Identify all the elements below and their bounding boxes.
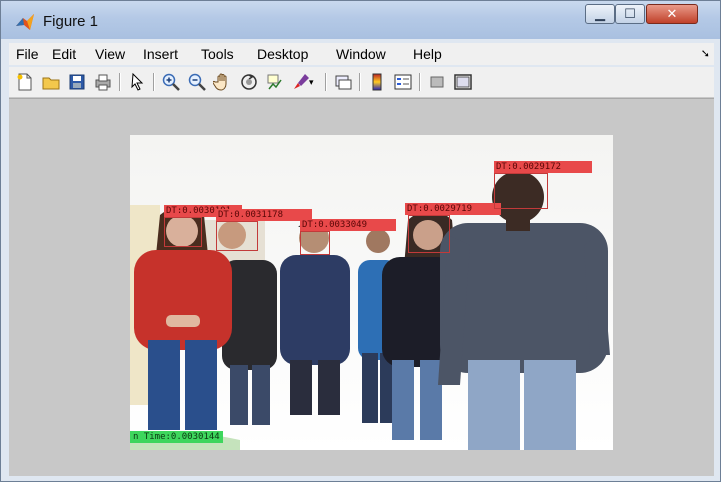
- menu-desktop[interactable]: Desktop: [257, 46, 308, 62]
- minimize-button[interactable]: ▁: [585, 4, 615, 24]
- detection-box: [164, 217, 202, 247]
- zoom-in-icon[interactable]: [161, 72, 181, 92]
- window-title: Figure 1: [43, 13, 99, 30]
- figure-toolbar: ▾: [9, 67, 714, 98]
- figure-window: Figure 1 ▁ ☐ ✕ File Edit View Insert Too…: [0, 0, 721, 482]
- detection-label: DT:0.0033049: [300, 219, 396, 231]
- save-icon[interactable]: [67, 72, 87, 92]
- toolbar-separator: [359, 73, 361, 91]
- menu-window[interactable]: Window: [336, 46, 386, 62]
- detection-box: [408, 215, 450, 253]
- maximize-button[interactable]: ☐: [615, 4, 645, 24]
- pan-hand-icon[interactable]: [213, 72, 233, 92]
- menu-file[interactable]: File: [16, 46, 39, 62]
- show-plot-tools-icon[interactable]: [453, 72, 473, 92]
- menu-bar: File Edit View Insert Tools Desktop Wind…: [9, 43, 714, 65]
- maximize-icon: ☐: [624, 6, 636, 22]
- brush-icon[interactable]: [291, 72, 311, 92]
- rotate-3d-icon[interactable]: [239, 72, 259, 92]
- detection-box: [216, 221, 258, 251]
- toolbar-separator: [325, 73, 327, 91]
- detection-box: [494, 173, 548, 209]
- matlab-icon: [16, 14, 34, 30]
- menu-help[interactable]: Help: [413, 46, 442, 62]
- hide-plot-tools-icon[interactable]: [427, 72, 447, 92]
- pointer-icon[interactable]: [127, 72, 147, 92]
- toolbar-separator: [153, 73, 155, 91]
- insert-legend-icon[interactable]: [393, 72, 413, 92]
- detection-label: DT:0.0029172: [494, 161, 592, 173]
- print-icon[interactable]: [93, 72, 113, 92]
- detection-label: DT:0.0031178: [216, 209, 312, 221]
- menu-insert[interactable]: Insert: [143, 46, 178, 62]
- detection-box: [300, 231, 330, 255]
- menu-tools[interactable]: Tools: [201, 46, 234, 62]
- toolbar-separator: [419, 73, 421, 91]
- link-plot-icon[interactable]: [333, 72, 353, 92]
- zoom-out-icon[interactable]: [187, 72, 207, 92]
- close-icon: ✕: [666, 6, 678, 22]
- image-axes[interactable]: DT:0.0030101 DT:0.0031178 DT:0.0033049 D…: [130, 135, 613, 450]
- menu-edit[interactable]: Edit: [52, 46, 76, 62]
- insert-colorbar-icon[interactable]: [367, 72, 387, 92]
- toolbar-separator: [119, 73, 121, 91]
- menu-view[interactable]: View: [95, 46, 125, 62]
- new-figure-icon[interactable]: [15, 72, 35, 92]
- data-cursor-icon[interactable]: [265, 72, 285, 92]
- title-bar[interactable]: Figure 1 ▁ ☐ ✕: [1, 1, 720, 39]
- open-file-icon[interactable]: [41, 72, 61, 92]
- close-button[interactable]: ✕: [646, 4, 698, 24]
- time-label: n Time:0.0030144: [130, 431, 223, 443]
- dock-figure-icon[interactable]: ➘: [701, 47, 710, 60]
- figure-canvas: DT:0.0030101 DT:0.0031178 DT:0.0033049 D…: [9, 98, 714, 476]
- detection-label: DT:0.0029719: [405, 203, 501, 215]
- minimize-icon: ▁: [595, 6, 605, 22]
